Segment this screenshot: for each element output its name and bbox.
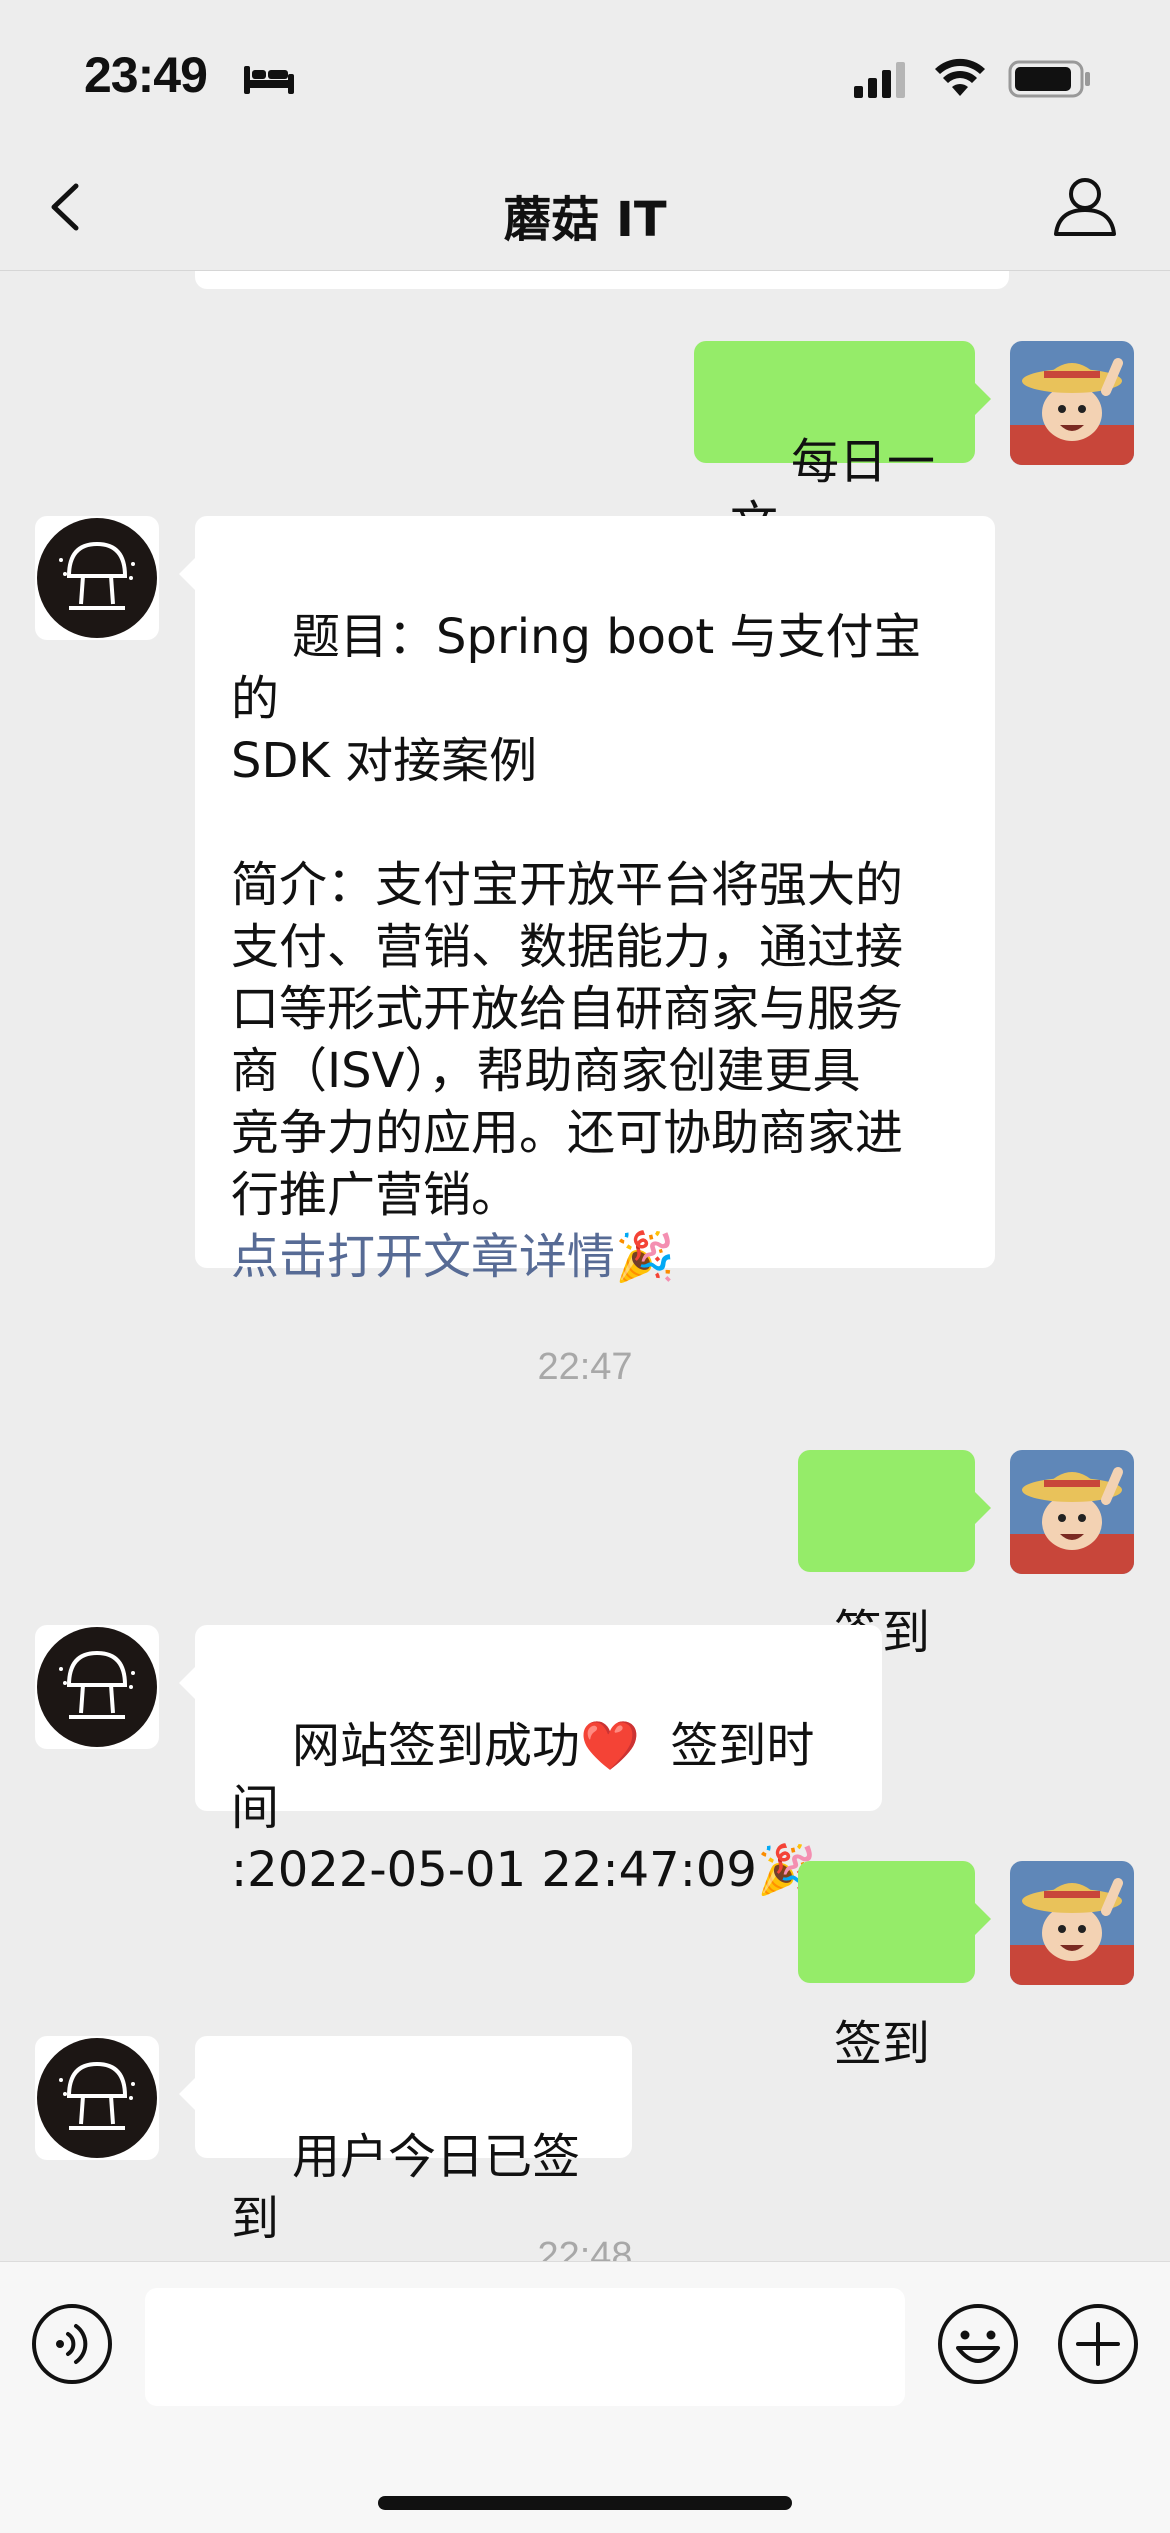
user-avatar-icon[interactable]	[1010, 1450, 1134, 1574]
received-message-bubble[interactable]: 用户今日已签到	[179, 2036, 632, 2247]
status-bar: 23:49	[0, 0, 1170, 150]
sent-message-bubble[interactable]: 每日一文	[694, 341, 991, 552]
emoji-icon[interactable]	[936, 2302, 1020, 2386]
wifi-icon	[935, 58, 985, 96]
chat-header: 蘑菇 IT	[0, 150, 1170, 271]
message-input[interactable]	[145, 2288, 905, 2406]
article-link[interactable]: 点击打开文章详情🎉	[231, 1229, 675, 1285]
chat-title: 蘑菇 IT	[503, 192, 667, 248]
article-message-bubble[interactable]: 题目：Spring boot 与支付宝的 SDK 对接案例 简介：支付宝开放平台…	[179, 516, 995, 1285]
input-bar	[0, 2261, 1170, 2533]
battery-icon	[1008, 60, 1090, 98]
signal-icon	[854, 62, 905, 98]
user-avatar-icon[interactable]	[1010, 1861, 1134, 1985]
plus-icon[interactable]	[1056, 2302, 1140, 2386]
timestamp: 22:47	[537, 1346, 633, 1388]
mushroom-avatar-icon[interactable]	[35, 2036, 159, 2160]
bed-icon	[244, 66, 294, 94]
user-avatar-icon[interactable]	[1010, 341, 1134, 465]
sent-message-bubble[interactable]: 签到	[798, 1861, 991, 2072]
person-icon[interactable]	[1050, 170, 1120, 240]
article-text: 题目：Spring boot 与支付宝的 SDK 对接案例 简介：支付宝开放平台…	[231, 609, 922, 1223]
chat-area[interactable]: 每日一文 题目：Spring boot 与	[0, 271, 1170, 2261]
voice-icon[interactable]	[30, 2302, 114, 2386]
status-time: 23:49	[84, 47, 208, 103]
mushroom-avatar-icon[interactable]	[35, 516, 159, 640]
home-indicator	[378, 2496, 792, 2510]
timestamp: 22:48	[537, 2235, 633, 2261]
message-text: 用户今日已签到	[231, 2129, 581, 2247]
sent-message-bubble[interactable]: 签到	[798, 1450, 991, 1661]
message-text: 网站签到成功❤️ 签到时间 :2022-05-01 22:47:09🎉	[231, 1718, 817, 1898]
received-message-bubble[interactable]: 网站签到成功❤️ 签到时间 :2022-05-01 22:47:09🎉	[179, 1625, 882, 1898]
message-text: 签到	[834, 2016, 931, 2072]
previous-message-bubble	[195, 271, 1009, 289]
mushroom-avatar-icon[interactable]	[35, 1625, 159, 1749]
